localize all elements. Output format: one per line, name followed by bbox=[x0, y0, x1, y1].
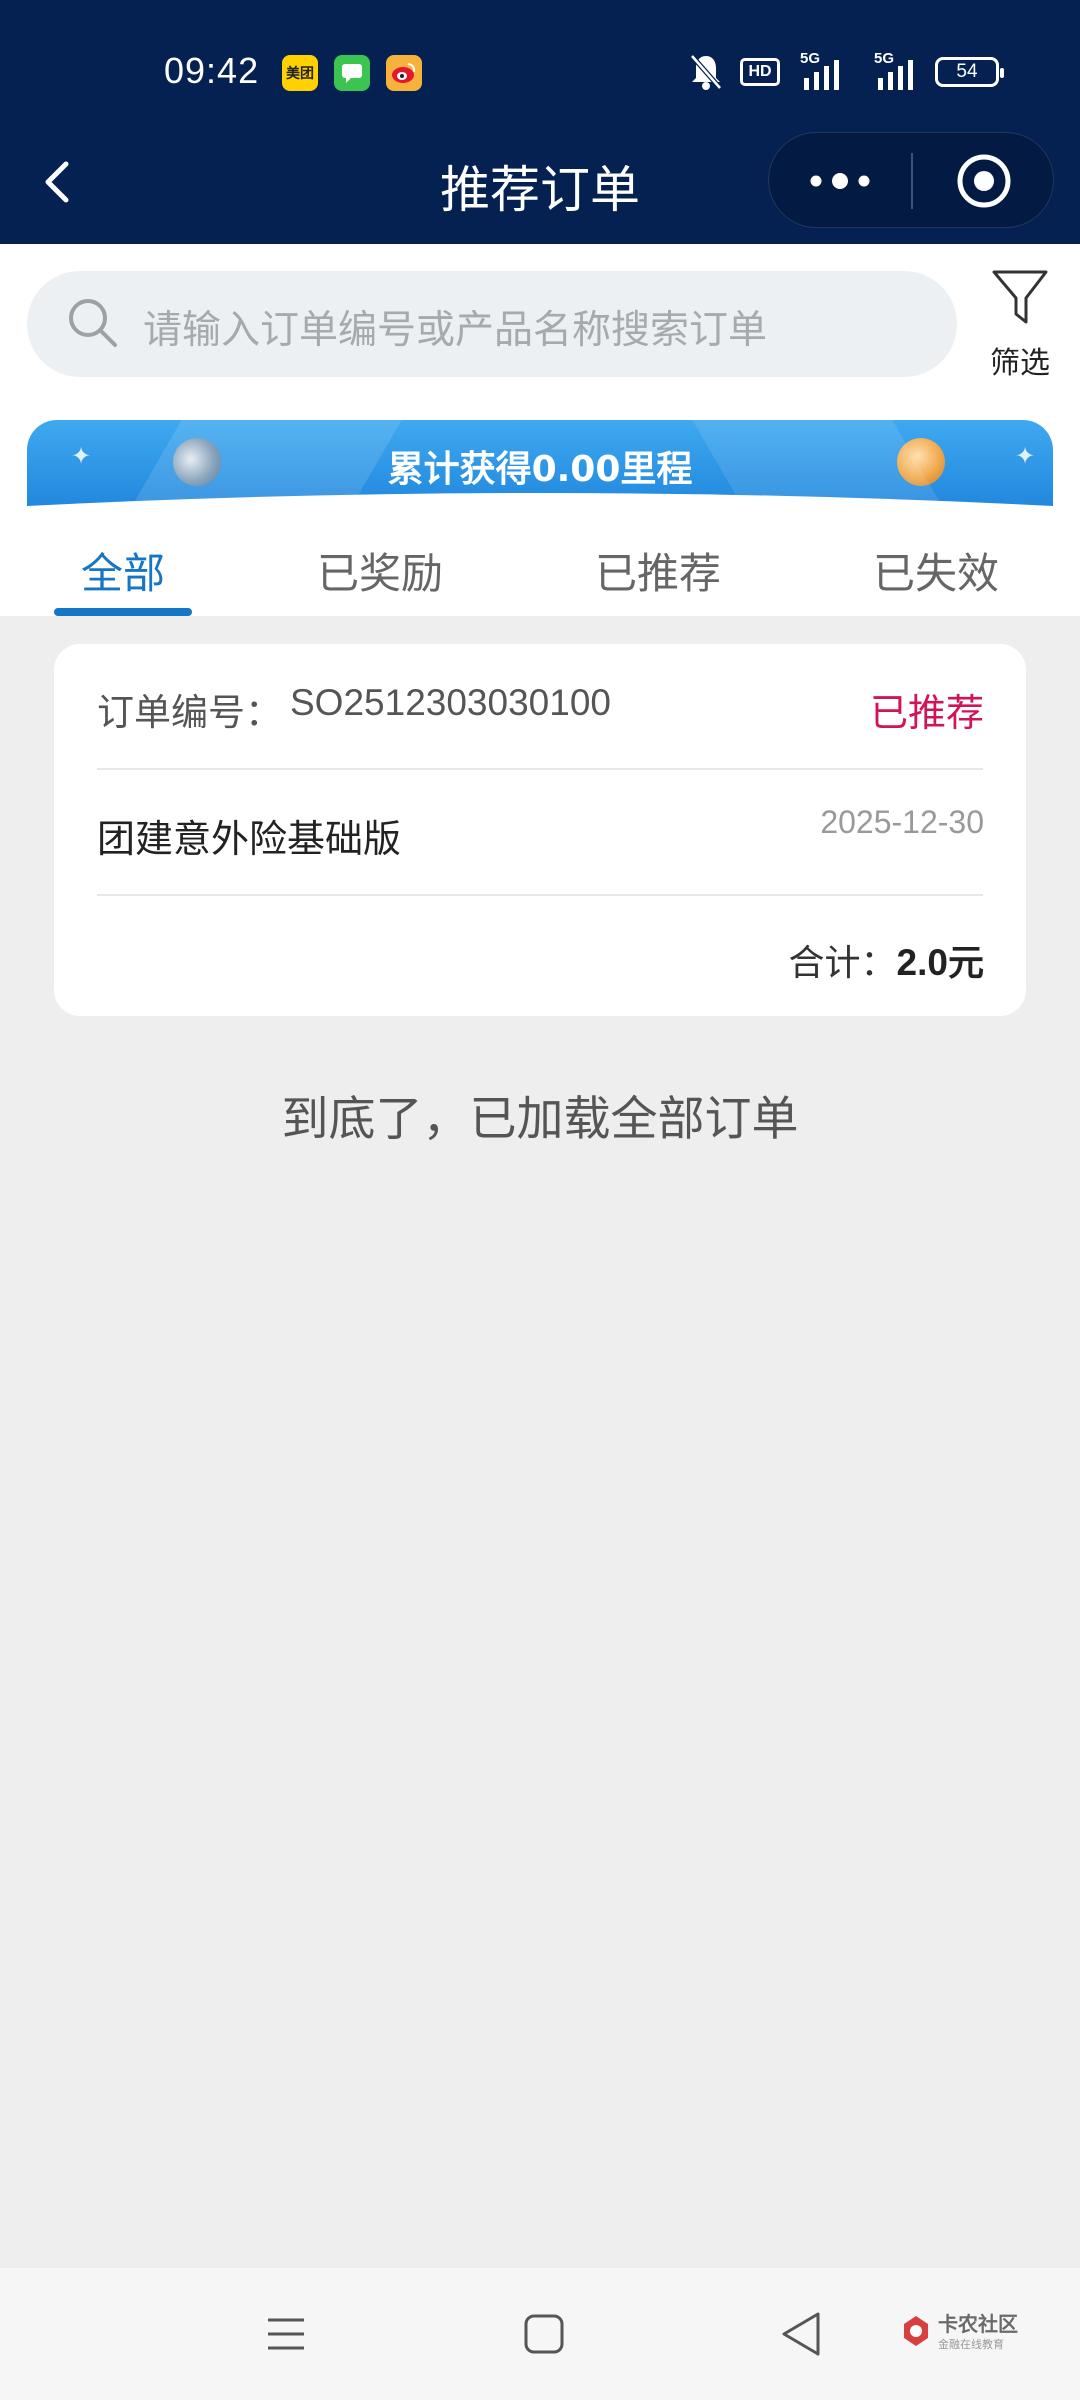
card-divider bbox=[97, 768, 983, 770]
tab-recommended[interactable]: 已推荐 bbox=[588, 540, 728, 616]
meituan-app-icon: 美团 bbox=[282, 55, 318, 91]
order-number-value: SO2512303030100 bbox=[290, 682, 611, 723]
sparkle-icon: ✦ bbox=[1015, 442, 1036, 470]
total-value: 2.0 bbox=[896, 942, 948, 983]
watermark-subtitle: 金融在线教育 bbox=[938, 2338, 1004, 2351]
message-app-icon bbox=[334, 55, 370, 91]
search-input[interactable]: 请输入订单编号或产品名称搜索订单 bbox=[27, 271, 957, 377]
search-icon bbox=[69, 299, 117, 347]
banner-curve bbox=[27, 493, 1053, 520]
product-name: 团建意外险基础版 bbox=[97, 817, 402, 861]
nav-bar: 推荐订单 bbox=[0, 122, 1080, 244]
more-button[interactable] bbox=[769, 133, 911, 229]
network-type-1: 5G bbox=[800, 50, 821, 67]
order-tabs: 全部 已奖励 已推荐 已失效 bbox=[0, 520, 1080, 616]
target-circle-icon bbox=[957, 154, 1011, 208]
triangle-back-icon bbox=[782, 2312, 820, 2356]
miniprogram-capsule bbox=[768, 132, 1054, 228]
watermark: 卡农社区 金融在线教育 bbox=[898, 2308, 1058, 2358]
hd-voice-badge: HD bbox=[740, 58, 780, 86]
order-number-label: 订单编号： bbox=[97, 691, 282, 734]
watermark-logo-icon bbox=[904, 2316, 928, 2346]
card-divider bbox=[97, 894, 983, 896]
mileage-total-text: 累计获得0.00里程 bbox=[387, 449, 693, 490]
network-type-2: 5G bbox=[874, 50, 895, 67]
watermark-title: 卡农社区 bbox=[938, 2312, 1018, 2336]
weibo-app-icon bbox=[386, 55, 422, 91]
system-back-button[interactable] bbox=[774, 2306, 830, 2362]
battery-indicator: 54 bbox=[935, 57, 1004, 87]
home-button[interactable] bbox=[516, 2306, 572, 2362]
more-dots-icon bbox=[810, 173, 870, 189]
menu-lines-icon bbox=[268, 2318, 304, 2350]
tab-expired[interactable]: 已失效 bbox=[866, 540, 1006, 616]
system-nav-bar: 卡农社区 金融在线教育 bbox=[0, 2268, 1080, 2400]
signal-icon-1: 5G bbox=[796, 50, 846, 92]
mileage-banner: ✦ 累计获得0.00里程 ✦ bbox=[27, 420, 1053, 520]
filter-funnel-icon bbox=[992, 270, 1048, 324]
active-tab-indicator bbox=[54, 608, 192, 616]
filter-label: 筛选 bbox=[990, 346, 1050, 381]
filter-button[interactable]: 筛选 bbox=[972, 268, 1068, 381]
search-placeholder: 请输入订单编号或产品名称搜索订单 bbox=[143, 308, 768, 353]
tab-rewarded[interactable]: 已奖励 bbox=[310, 540, 450, 616]
signal-icon-2: 5G bbox=[870, 50, 920, 92]
meituan-icon-label: 美团 bbox=[286, 66, 314, 82]
banner-area: ✦ 累计获得0.00里程 ✦ bbox=[0, 414, 1080, 520]
order-date: 2025-12-30 bbox=[820, 804, 984, 840]
status-time: 09:42 bbox=[164, 50, 260, 91]
order-status-badge: 已推荐 bbox=[869, 691, 984, 735]
bell-muted-icon bbox=[688, 52, 724, 92]
square-home-icon bbox=[524, 2314, 564, 2354]
close-miniprogram-button[interactable] bbox=[913, 133, 1055, 229]
status-bar: 09:42 美团 HD 5G 5G 54 bbox=[0, 0, 1080, 122]
total-unit: 元 bbox=[947, 943, 984, 984]
end-of-list-text: 到底了，已加载全部订单 bbox=[281, 1092, 799, 1147]
order-card[interactable]: 订单编号： SO2512303030100 已推荐 团建意外险基础版 2025-… bbox=[54, 644, 1026, 1016]
total-label: 合计： bbox=[788, 943, 897, 984]
search-area: 请输入订单编号或产品名称搜索订单 筛选 bbox=[0, 244, 1080, 414]
order-total-row: 合计： 2.0 元 bbox=[789, 934, 984, 986]
recent-apps-button[interactable] bbox=[258, 2306, 314, 2362]
tab-all[interactable]: 全部 bbox=[54, 540, 192, 616]
